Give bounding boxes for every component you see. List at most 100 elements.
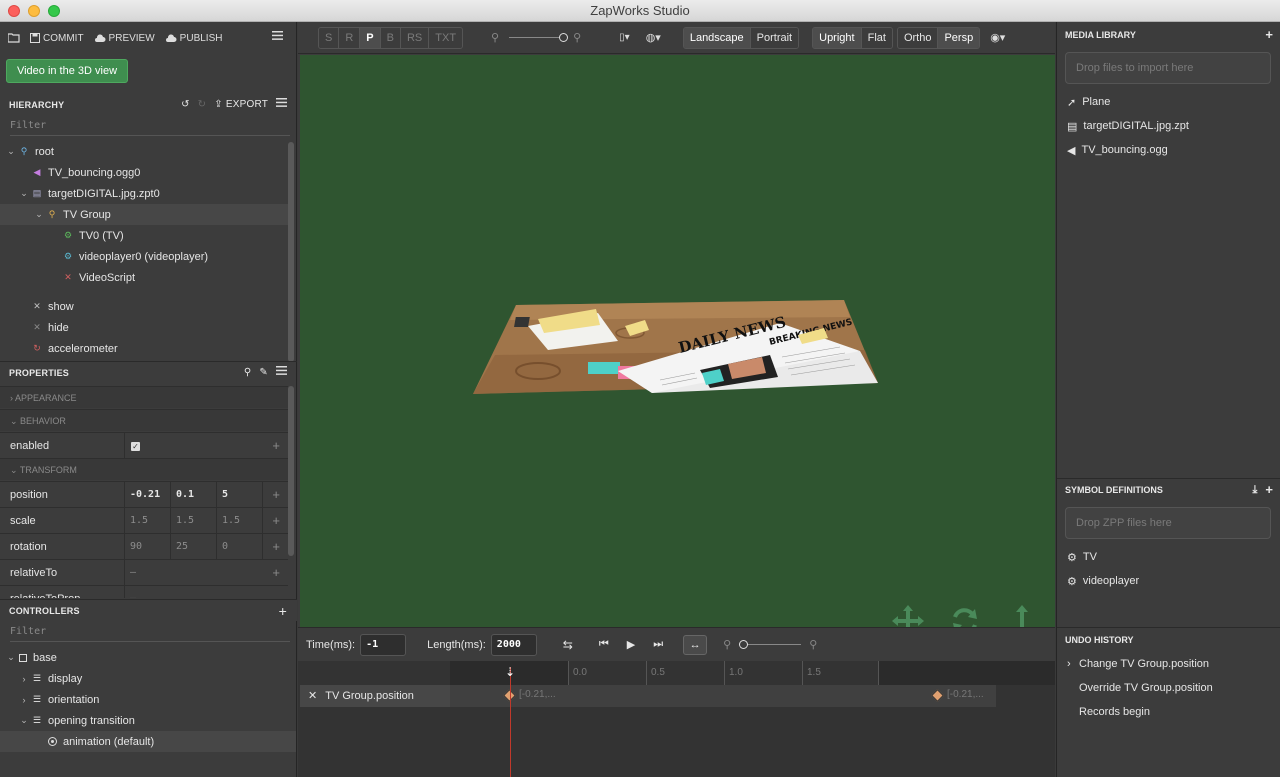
controller-orientation[interactable]: › ☰ orientation: [0, 689, 288, 710]
mode-rs-button[interactable]: RS: [400, 27, 430, 48]
portrait-button[interactable]: Portrait: [750, 27, 799, 48]
zoom-slider-handle[interactable]: [559, 32, 569, 42]
close-window-button[interactable]: [8, 5, 20, 17]
scale-x-field[interactable]: 1.5: [125, 508, 171, 533]
eye-dropdown-icon[interactable]: ◉▾: [990, 31, 1005, 44]
symbol-item-tv[interactable]: ⚙ TV: [1067, 546, 1097, 568]
undo-item-records-begin[interactable]: Records begin: [1067, 701, 1150, 723]
redo-icon[interactable]: ↻: [198, 94, 207, 116]
3d-viewport[interactable]: DAILY NEWS BREAKING NEWS: [300, 55, 1055, 649]
fit-width-button[interactable]: ↔: [683, 634, 708, 655]
remove-track-icon[interactable]: ✕: [308, 690, 317, 702]
position-y-field[interactable]: 0.1: [171, 482, 217, 507]
device-dropdown-icon[interactable]: ▯▾: [619, 32, 630, 43]
controller-opening-transition[interactable]: ⌄ ☰ opening transition: [0, 710, 288, 731]
mode-txt-button[interactable]: TXT: [429, 27, 463, 48]
open-folder-button[interactable]: [8, 33, 20, 43]
controller-animation-default[interactable]: animation (default): [0, 731, 296, 752]
playhead-handle[interactable]: ⇣: [505, 665, 516, 679]
menu-icon[interactable]: [272, 31, 283, 43]
zpp-drop-zone[interactable]: Drop ZPP files here: [1065, 507, 1271, 539]
rotation-y-field[interactable]: 25: [171, 534, 217, 559]
media-drop-zone[interactable]: Drop files to import here: [1065, 52, 1271, 84]
controller-display[interactable]: › ☰ display: [0, 668, 288, 689]
skip-back-icon[interactable]: ⏮: [599, 638, 609, 651]
chevron-right-icon[interactable]: ›: [19, 674, 29, 684]
transform-section[interactable]: ⌄ TRANSFORM: [0, 458, 288, 480]
persp-button[interactable]: Persp: [938, 27, 980, 48]
tree-item-hide[interactable]: ✕ hide: [0, 317, 288, 338]
playhead[interactable]: [510, 667, 511, 777]
chevron-down-icon[interactable]: ⌄: [34, 209, 44, 220]
timeline-ruler[interactable]: 0.0 0.5 1.0 1.5: [450, 661, 1055, 685]
scale-y-field[interactable]: 1.5: [171, 508, 217, 533]
relativeto-field[interactable]: —: [125, 560, 265, 585]
publish-button[interactable]: PUBLISH: [165, 33, 222, 44]
export-button[interactable]: ⇪ EXPORT: [214, 94, 268, 116]
enabled-checkbox[interactable]: ✓: [125, 440, 140, 452]
preview-button[interactable]: PREVIEW: [94, 33, 155, 44]
mode-r-button[interactable]: R: [339, 27, 361, 48]
hierarchy-menu-icon[interactable]: [276, 94, 287, 116]
chevron-down-icon[interactable]: ⌄: [19, 715, 29, 726]
commit-button[interactable]: COMMIT: [30, 33, 84, 44]
controllers-filter-input[interactable]: Filter: [10, 624, 290, 642]
symbol-item-videoplayer[interactable]: ⚙ videoplayer: [1067, 570, 1139, 592]
undo-item-override[interactable]: Override TV Group.position: [1067, 677, 1213, 699]
timeline-zoom-out-icon[interactable]: ⚲: [723, 638, 731, 651]
add-icon[interactable]: +: [272, 566, 280, 579]
tree-item-target[interactable]: ⌄ ▤ targetDIGITAL.jpg.zpt0: [0, 183, 288, 204]
hierarchy-scrollbar[interactable]: [288, 142, 294, 362]
chevron-right-icon[interactable]: ›: [19, 695, 29, 705]
tree-item-videoscript[interactable]: ✕ VideoScript: [0, 267, 288, 288]
track-tv-group-position[interactable]: ✕ TV Group.position: [300, 685, 450, 707]
globe-dropdown-icon[interactable]: ◍▾: [646, 31, 661, 44]
search-icon[interactable]: ⚲: [244, 362, 252, 384]
ortho-button[interactable]: Ortho: [897, 27, 939, 48]
mode-b-button[interactable]: B: [380, 27, 401, 48]
position-z-field[interactable]: 5: [217, 482, 263, 507]
rotation-x-field[interactable]: 90: [125, 534, 171, 559]
tree-item-videoplayer0[interactable]: ⚙ videoplayer0 (videoplayer): [0, 246, 288, 267]
add-icon[interactable]: +: [272, 488, 280, 501]
tree-item-tv0[interactable]: ⚙ TV0 (TV): [0, 225, 288, 246]
tree-item-root[interactable]: ⌄ ⚲ root: [0, 141, 288, 162]
add-icon[interactable]: +: [272, 439, 280, 452]
mode-s-button[interactable]: S: [319, 27, 340, 48]
add-icon[interactable]: +: [272, 540, 280, 553]
length-input[interactable]: 2000: [490, 633, 537, 656]
scale-z-field[interactable]: 1.5: [217, 508, 263, 533]
zoom-window-button[interactable]: [48, 5, 60, 17]
undo-icon[interactable]: ↺: [181, 94, 190, 116]
download-icon[interactable]: ⤓: [1253, 478, 1258, 502]
media-item-audio[interactable]: ◀ TV_bouncing.ogg: [1067, 139, 1168, 161]
media-item-plane[interactable]: ➚ Plane: [1067, 91, 1110, 113]
tree-item-audio[interactable]: ◀ TV_bouncing.ogg0: [0, 162, 288, 183]
loop-icon[interactable]: ⇆: [563, 638, 573, 652]
edit-icon[interactable]: ✎: [259, 362, 268, 384]
relativetoprop-field[interactable]: —: [125, 586, 265, 598]
timeline-zoom-handle[interactable]: [739, 639, 749, 649]
controller-base[interactable]: ⌄ base: [0, 647, 288, 668]
timeline-zoom-in-icon[interactable]: ⚲: [809, 638, 817, 651]
position-x-field[interactable]: -0.21: [125, 482, 171, 507]
zoom-out-icon[interactable]: ⚲: [491, 31, 499, 44]
time-input[interactable]: -1: [360, 633, 407, 656]
tree-item-show[interactable]: ✕ show: [0, 296, 288, 317]
flat-button[interactable]: Flat: [861, 27, 892, 48]
minimize-window-button[interactable]: [28, 5, 40, 17]
properties-menu-icon[interactable]: [276, 362, 287, 384]
timeline-zoom-slider[interactable]: [739, 639, 802, 650]
tree-item-tv-group[interactable]: ⌄ ⚲ TV Group: [0, 204, 288, 225]
zoom-in-icon[interactable]: ⚲: [573, 31, 581, 44]
mode-p-button[interactable]: P: [360, 27, 381, 48]
undo-item-change[interactable]: › Change TV Group.position: [1067, 653, 1209, 675]
add-controller-icon[interactable]: +: [279, 600, 287, 622]
properties-scrollbar[interactable]: [288, 386, 294, 556]
add-icon[interactable]: +: [272, 514, 280, 527]
chevron-down-icon[interactable]: ⌄: [19, 188, 29, 199]
tree-item-accelerometer[interactable]: ↻ accelerometer: [0, 338, 288, 359]
add-symbol-icon[interactable]: +: [1265, 478, 1273, 502]
skip-forward-icon[interactable]: ⏭: [653, 638, 663, 651]
media-item-target[interactable]: ▤ targetDIGITAL.jpg.zpt: [1067, 115, 1189, 137]
